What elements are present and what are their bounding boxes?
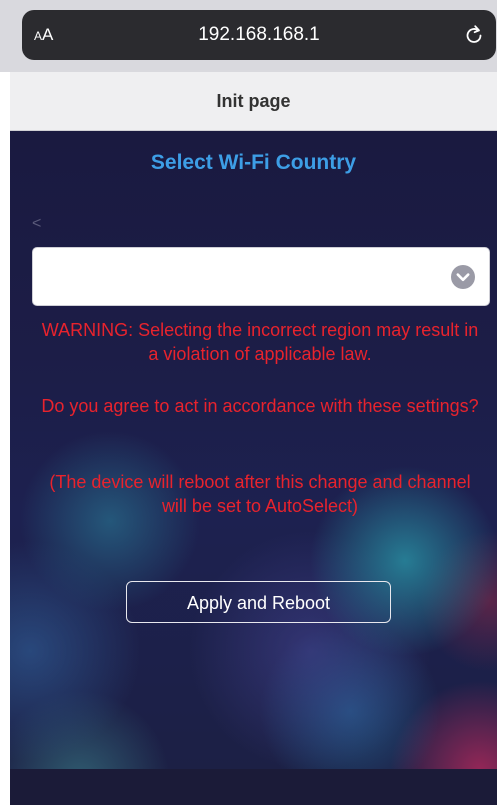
- back-chevron-icon[interactable]: <: [32, 215, 41, 233]
- main-content: Select Wi-Fi Country < WARNING: Selectin…: [10, 131, 497, 769]
- apply-and-reboot-button[interactable]: Apply and Reboot: [126, 581, 391, 623]
- page-header: Init page: [10, 72, 497, 131]
- browser-chrome: AA 192.168.168.1: [0, 0, 497, 72]
- url-text[interactable]: 192.168.168.1: [22, 10, 496, 60]
- reboot-notice: (The device will reboot after this chang…: [49, 472, 471, 516]
- warning-text: WARNING: Selecting the incorrect region …: [41, 320, 479, 364]
- section-title: Select Wi-Fi Country: [150, 151, 357, 174]
- chevron-down-circle-icon: [451, 265, 475, 289]
- country-select[interactable]: [32, 247, 490, 306]
- reload-icon[interactable]: [462, 23, 486, 47]
- page-title: Init page: [216, 91, 291, 111]
- address-bar[interactable]: AA 192.168.168.1: [22, 10, 496, 60]
- agreement-question: Do you agree to act in accordance with t…: [41, 396, 479, 416]
- bottom-bar: [10, 769, 497, 805]
